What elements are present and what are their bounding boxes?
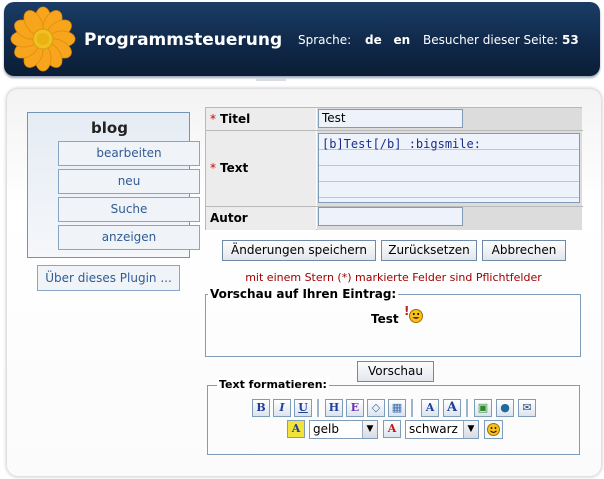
visitors-count: 53	[562, 33, 579, 47]
cancel-button[interactable]: Abbrechen	[482, 240, 566, 261]
background-color-value: gelb	[313, 422, 339, 436]
text-color-value: schwarz	[409, 422, 458, 436]
smiley-icon[interactable]	[484, 420, 503, 439]
title-label-cell: * Titel	[206, 108, 316, 130]
sidebar-item-suche[interactable]: Suche	[58, 197, 200, 222]
sidebar-title: blog	[91, 119, 128, 137]
required-star: *	[210, 112, 216, 126]
app-title: Programmsteuerung	[84, 30, 283, 50]
save-button[interactable]: Änderungen speichern	[222, 240, 376, 261]
italic-icon[interactable]: I	[273, 399, 291, 417]
text-input[interactable]: [b]Test[/b] :bigsmile:	[318, 133, 580, 203]
title-label: Titel	[220, 112, 251, 126]
preview-button[interactable]: Vorschau	[357, 361, 434, 382]
background-color-select[interactable]: gelb ▼	[309, 420, 378, 439]
toolbar-separator	[317, 399, 319, 417]
bigsmile-emoticon-icon: !	[404, 304, 423, 323]
required-star: *	[210, 161, 216, 175]
language-switcher: Sprache: de en	[298, 33, 418, 47]
list-icon[interactable]: ▦	[388, 399, 406, 417]
heading-icon[interactable]: H	[325, 399, 343, 417]
svg-text:!: !	[404, 304, 409, 318]
preview-content: Test	[371, 312, 399, 326]
author-label-cell: Autor	[206, 207, 316, 230]
title-input[interactable]: Test	[318, 109, 463, 128]
email-icon[interactable]: ✉	[518, 399, 536, 417]
link-icon[interactable]: ●	[496, 399, 514, 417]
text-color-icon[interactable]: A	[383, 420, 401, 438]
text-label-cell: * Text	[206, 131, 316, 206]
required-fields-note: mit einem Stern (*) markierte Felder sin…	[245, 271, 542, 284]
header-bar: Programmsteuerung Sprache: de en Besuche…	[4, 2, 600, 76]
text-label: Text	[220, 161, 249, 175]
language-label: Sprache:	[298, 33, 352, 47]
image-icon[interactable]: ▣	[474, 399, 492, 417]
toolbar-separator	[411, 399, 413, 417]
format-legend: Text formatieren:	[217, 378, 329, 391]
emphasis-icon[interactable]: E	[346, 399, 364, 417]
bold-icon[interactable]: B	[252, 399, 270, 417]
preview-legend: Vorschau auf Ihren Eintrag:	[208, 287, 399, 301]
author-input[interactable]	[318, 207, 463, 226]
reset-button[interactable]: Zurücksetzen	[381, 240, 477, 261]
sidebar-item-bearbeiten[interactable]: bearbeiten	[58, 141, 200, 166]
text-color-select[interactable]: schwarz ▼	[405, 420, 479, 439]
about-plugin-button[interactable]: Über dieses Plugin ...	[37, 265, 180, 291]
code-icon[interactable]: ◇	[367, 399, 385, 417]
author-label: Autor	[210, 211, 248, 225]
font-smaller-icon[interactable]: A	[443, 399, 461, 417]
language-en-link[interactable]: en	[394, 33, 411, 47]
header-divider	[256, 78, 286, 81]
flower-logo-icon	[10, 6, 76, 72]
visitor-counter: Besucher dieser Seite: 53	[423, 33, 579, 47]
language-de-link[interactable]: de	[365, 33, 382, 47]
toolbar-separator	[466, 399, 468, 417]
visitors-label: Besucher dieser Seite:	[423, 33, 558, 47]
chevron-down-icon: ▼	[463, 421, 478, 438]
sidebar-item-anzeigen[interactable]: anzeigen	[58, 225, 200, 250]
font-bigger-icon[interactable]: A	[421, 399, 439, 417]
sidebar-item-neu[interactable]: neu	[58, 169, 200, 194]
underline-icon[interactable]: U	[294, 399, 312, 417]
chevron-down-icon: ▼	[362, 421, 377, 438]
background-color-icon[interactable]: A	[287, 420, 305, 438]
